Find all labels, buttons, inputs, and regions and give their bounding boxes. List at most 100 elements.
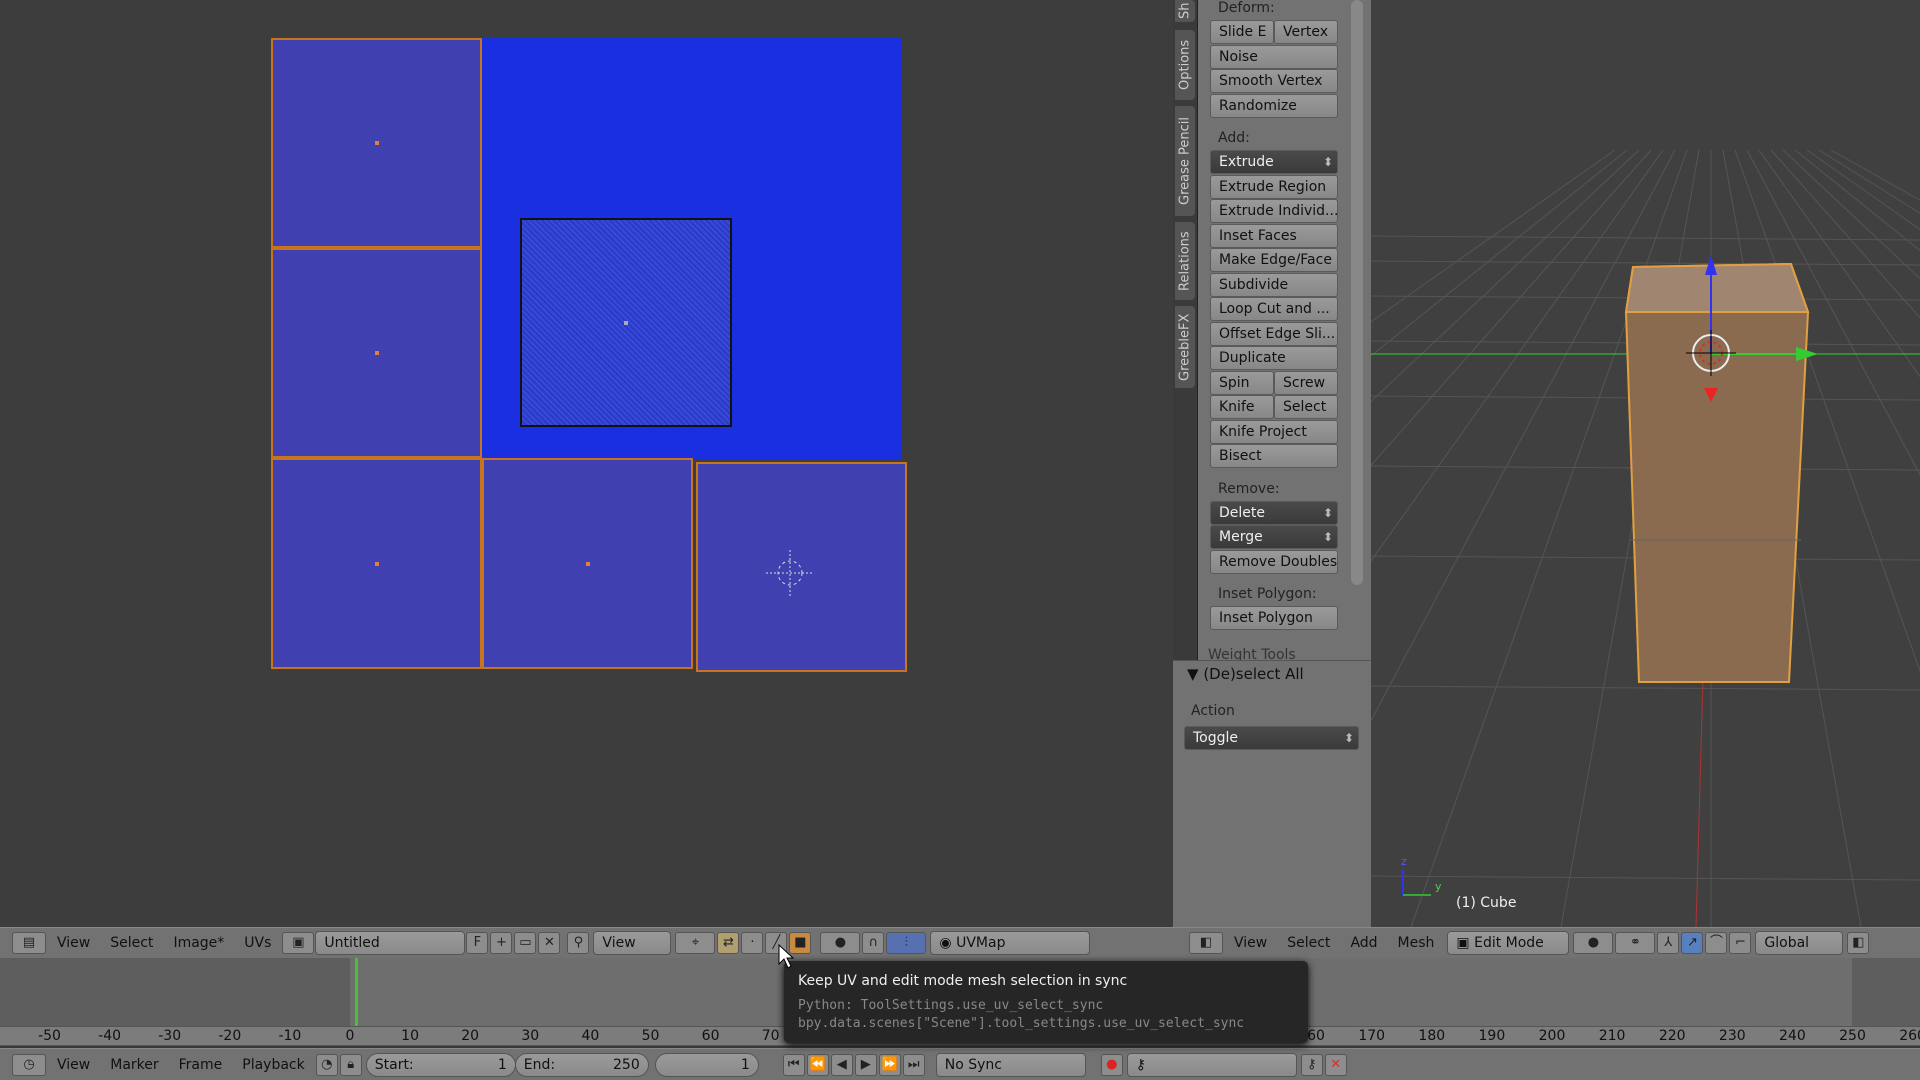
jump-end-icon[interactable]: ⏭ <box>902 1053 925 1076</box>
vertex-button[interactable]: Vertex <box>1274 20 1338 44</box>
make-edge-face-button[interactable]: Make Edge/Face <box>1210 248 1338 272</box>
editor-type-icon[interactable]: ◷ <box>12 1053 46 1076</box>
operator-panel-title[interactable]: ▼ (De)select All <box>1187 665 1304 683</box>
noise-button[interactable]: Noise <box>1210 44 1338 69</box>
tab-options[interactable]: Options <box>1175 30 1195 100</box>
fake-user-button[interactable]: F <box>466 932 489 954</box>
pivot-icon[interactable]: ⌖ <box>675 932 716 954</box>
scale-icon[interactable]: ⌐ <box>1729 932 1752 954</box>
rotate-icon[interactable]: ⌒ <box>1705 932 1728 954</box>
proportional-edit-icon[interactable]: ● <box>820 932 861 954</box>
tab-grease-pencil[interactable]: Grease Pencil <box>1175 106 1195 216</box>
record-icon[interactable]: ● <box>1100 1053 1123 1076</box>
menu-marker[interactable]: Marker <box>100 1057 168 1073</box>
2d-cursor-icon[interactable] <box>760 540 820 600</box>
jump-keyframe-back-icon[interactable]: ⏪ <box>806 1053 829 1076</box>
shading-icon[interactable]: ● <box>1573 932 1614 954</box>
mode-label: Edit Mode <box>1474 935 1544 951</box>
action-dropdown[interactable]: Toggle <box>1184 726 1359 750</box>
manipulator-icon[interactable]: ⅄ <box>1657 932 1680 954</box>
mode-dropdown[interactable]: ▣ Edit Mode <box>1447 931 1570 955</box>
delete-keyframe-icon[interactable]: ✕ <box>1324 1053 1347 1076</box>
offset-edge-sli-button[interactable]: Offset Edge Sli... <box>1210 321 1338 346</box>
uv-face[interactable] <box>271 458 482 669</box>
pin-icon[interactable]: ⚲ <box>567 932 590 954</box>
randomize-button[interactable]: Randomize <box>1210 93 1338 118</box>
spin-button[interactable]: Spin <box>1210 370 1274 395</box>
play-reverse-icon[interactable]: ◀ <box>830 1053 853 1076</box>
tool-shelf-scrollbar[interactable] <box>1351 0 1363 585</box>
new-image-icon[interactable]: + <box>490 932 513 954</box>
open-image-icon[interactable]: ▭ <box>514 932 537 954</box>
extrude-region-button[interactable]: Extrude Region <box>1210 174 1338 199</box>
menu-add[interactable]: Add <box>1340 935 1387 951</box>
uv-map-dropdown[interactable]: ◉ UVMap <box>930 931 1091 955</box>
inset-polygon-button[interactable]: Inset Polygon <box>1210 606 1338 630</box>
tab-relations[interactable]: Relations <box>1175 222 1195 300</box>
pivot-point-icon[interactable]: ⚭ <box>1615 932 1656 954</box>
subdivide-button[interactable]: Subdivide <box>1210 272 1338 297</box>
menu-mesh[interactable]: Mesh <box>1388 935 1445 951</box>
image-browse-icon[interactable]: ▣ <box>282 932 315 954</box>
screw-button[interactable]: Screw <box>1274 370 1338 395</box>
use-preview-range-icon[interactable]: ◔ <box>315 1053 338 1076</box>
duplicate-button[interactable]: Duplicate <box>1210 346 1338 370</box>
3d-viewport[interactable]: (1) Cube z y <box>510 0 1920 928</box>
slide-e-button[interactable]: Slide E <box>1210 20 1274 44</box>
lock-icon[interactable]: 🔒︎ <box>339 1053 362 1076</box>
start-frame-field[interactable]: Start: 1 <box>365 1052 516 1077</box>
grid-line <box>960 149 1652 928</box>
editor-type-icon[interactable]: ◧ <box>1189 932 1223 954</box>
menu-view[interactable]: View <box>47 1057 100 1073</box>
extrude-individ-button[interactable]: Extrude Individ... <box>1210 199 1338 223</box>
menu-view[interactable]: View <box>1224 935 1277 951</box>
view-mode-dropdown[interactable]: View <box>593 931 672 955</box>
inset-faces-button[interactable]: Inset Faces <box>1210 223 1338 248</box>
insert-keyframe-icon[interactable]: ⚷ <box>1300 1053 1323 1076</box>
knife-button[interactable]: Knife <box>1210 395 1274 419</box>
uv-face-selected[interactable] <box>520 218 732 427</box>
menu-select[interactable]: Select <box>1277 935 1340 951</box>
keying-set-field[interactable]: ⚷ <box>1126 1052 1297 1077</box>
image-name-field[interactable]: Untitled <box>315 931 466 955</box>
menu-frame[interactable]: Frame <box>169 1057 233 1073</box>
current-frame-field[interactable]: 1 <box>654 1052 759 1077</box>
smooth-vertex-button[interactable]: Smooth Vertex <box>1210 69 1338 93</box>
knife-project-button[interactable]: Knife Project <box>1210 419 1338 444</box>
vertex-select-icon[interactable]: · <box>741 932 764 954</box>
uv-face[interactable] <box>271 38 482 248</box>
play-icon[interactable]: ▶ <box>854 1053 877 1076</box>
layers-icon[interactable]: ◧ <box>1847 932 1870 954</box>
current-frame-line[interactable] <box>355 958 358 1026</box>
remove-doubles-button[interactable]: Remove Doubles <box>1210 549 1338 574</box>
end-frame-field[interactable]: End: 250 <box>514 1052 649 1077</box>
frame-tick-label: -50 <box>38 1028 61 1044</box>
extrude-button[interactable]: Extrude <box>1210 150 1338 174</box>
unlink-image-icon[interactable]: ✕ <box>538 932 561 954</box>
snap-element-icon[interactable]: ⫶ <box>886 932 927 954</box>
sync-dropdown[interactable]: No Sync <box>935 1052 1086 1077</box>
uv-sync-selection-icon[interactable]: ⇄ <box>717 932 740 954</box>
menu-image[interactable]: Image* <box>163 935 234 951</box>
uv-editor-canvas[interactable] <box>0 0 1173 927</box>
tab-shading[interactable]: Sh <box>1175 0 1195 22</box>
menu-select[interactable]: Select <box>100 935 163 951</box>
menu-uvs[interactable]: UVs <box>234 935 281 951</box>
jump-keyframe-forward-icon[interactable]: ⏩ <box>878 1053 901 1076</box>
select-button[interactable]: Select <box>1274 395 1338 419</box>
tab-greeblefx[interactable]: GreebleFX <box>1175 306 1195 388</box>
translate-icon[interactable]: ↗ <box>1681 932 1704 954</box>
tooltip-title: Keep UV and edit mode mesh selection in … <box>798 973 1128 989</box>
merge-button[interactable]: Merge <box>1210 525 1338 549</box>
orientation-dropdown[interactable]: Global <box>1755 931 1844 955</box>
uv-face[interactable] <box>482 458 693 669</box>
delete-button[interactable]: Delete <box>1210 500 1338 525</box>
uv-face[interactable] <box>271 248 482 458</box>
jump-start-icon[interactable]: ⏮ <box>782 1053 805 1076</box>
editor-type-icon[interactable]: ▤ <box>12 932 46 954</box>
menu-view[interactable]: View <box>47 935 100 951</box>
loop-cut-and-button[interactable]: Loop Cut and ... <box>1210 297 1338 321</box>
bisect-button[interactable]: Bisect <box>1210 444 1338 468</box>
snap-icon[interactable]: ∩ <box>862 932 885 954</box>
menu-playback[interactable]: Playback <box>232 1057 314 1073</box>
